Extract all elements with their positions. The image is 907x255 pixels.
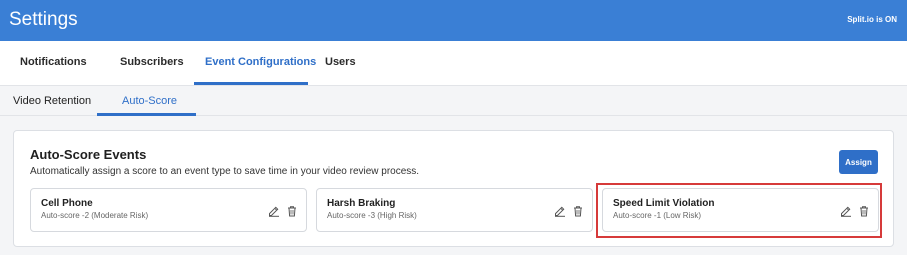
event-card-title: Harsh Braking <box>327 198 396 209</box>
tab-users[interactable]: Users <box>325 56 356 68</box>
main-tabs: Notifications Subscribers Event Configur… <box>0 41 907 86</box>
tab-subscribers[interactable]: Subscribers <box>120 56 184 68</box>
panel-description: Automatically assign a score to an event… <box>30 166 420 177</box>
edit-icon[interactable] <box>554 205 566 217</box>
app-header: Settings Split.io is ON <box>0 0 907 41</box>
highlight-box <box>596 183 882 238</box>
trash-icon[interactable] <box>286 205 298 217</box>
tab-notifications[interactable]: Notifications <box>20 56 87 68</box>
event-card-score: Auto-score -2 (Moderate Risk) <box>41 211 149 220</box>
panel-title: Auto-Score Events <box>30 147 147 162</box>
event-card-cell-phone: Cell Phone Auto-score -2 (Moderate Risk) <box>30 188 307 232</box>
event-card-score: Auto-score -3 (High Risk) <box>327 211 417 220</box>
sub-tabs: Video Retention Auto-Score <box>0 86 907 116</box>
assign-button[interactable]: Assign <box>839 150 878 174</box>
split-status-label: Split.io is ON <box>847 15 897 24</box>
page-title: Settings <box>9 9 78 30</box>
event-card-title: Cell Phone <box>41 198 93 209</box>
edit-icon[interactable] <box>268 205 280 217</box>
tab-event-configurations[interactable]: Event Configurations <box>205 56 316 68</box>
subtab-video-retention[interactable]: Video Retention <box>13 95 91 107</box>
trash-icon[interactable] <box>572 205 584 217</box>
active-tab-indicator <box>194 82 308 85</box>
active-subtab-indicator <box>97 113 196 116</box>
subtab-auto-score[interactable]: Auto-Score <box>122 95 177 107</box>
event-card-harsh-braking: Harsh Braking Auto-score -3 (High Risk) <box>316 188 593 232</box>
